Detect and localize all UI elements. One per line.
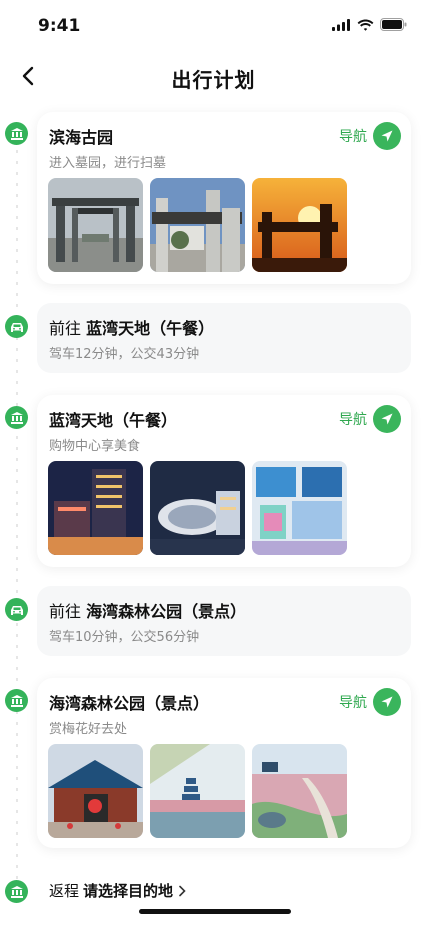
route-detail: 驾车12分钟，公交43分钟 xyxy=(49,347,200,362)
mall-interior-photo[interactable] xyxy=(252,461,347,555)
mall-aerial-photo[interactable] xyxy=(150,461,245,555)
route-prefix: 前往 xyxy=(49,319,82,338)
car-icon xyxy=(5,315,28,338)
status-icons xyxy=(332,18,407,31)
stop-subtitle: 进入墓园，进行扫墓 xyxy=(49,156,167,171)
route-title: 前往 海湾森林公园（景点） xyxy=(49,598,246,622)
stop-title: 蓝湾天地（午餐） xyxy=(49,411,178,430)
photo-strip xyxy=(48,461,347,555)
route-destination: 海湾森林公园（景点） xyxy=(86,602,247,621)
landmark-icon xyxy=(5,880,28,903)
car-icon xyxy=(5,598,28,621)
stop-card[interactable]: 蓝湾天地（午餐） 购物中心享美食 导航 xyxy=(37,395,411,567)
timeline-line xyxy=(16,128,18,888)
stop-title: 滨海古园 xyxy=(49,128,114,147)
battery-icon xyxy=(380,18,407,31)
memorial-gate-closeup-photo[interactable] xyxy=(150,178,245,272)
navigate-button[interactable]: 导航 xyxy=(339,122,401,150)
return-label: 返程 xyxy=(49,882,80,900)
route-destination: 蓝湾天地（午餐） xyxy=(86,319,215,338)
page-title: 出行计划 xyxy=(171,68,256,92)
landmark-icon xyxy=(5,406,28,429)
photo-strip xyxy=(48,744,347,838)
navigation-arrow-icon xyxy=(373,688,401,716)
navigate-label: 导航 xyxy=(339,695,367,711)
route-card[interactable]: 前往 蓝湾天地（午餐） 驾车12分钟，公交43分钟 xyxy=(37,303,411,373)
stop-title: 海湾森林公园（景点） xyxy=(49,694,210,713)
landmark-icon xyxy=(5,122,28,145)
stop-subtitle: 赏梅花好去处 xyxy=(49,722,128,737)
photo-strip xyxy=(48,178,347,272)
memorial-gate-photo[interactable] xyxy=(48,178,143,272)
stop-card[interactable]: 滨海古园 进入墓园，进行扫墓 导航 xyxy=(37,112,411,284)
navigate-label: 导航 xyxy=(339,129,367,145)
return-destination-prompt: 请选择目的地 xyxy=(83,882,174,900)
navigate-label: 导航 xyxy=(339,412,367,428)
route-prefix: 前往 xyxy=(49,602,82,621)
navigate-button[interactable]: 导航 xyxy=(339,688,401,716)
landmark-icon xyxy=(5,689,28,712)
route-title: 前往 蓝湾天地（午餐） xyxy=(49,315,214,339)
route-detail: 驾车10分钟，公交56分钟 xyxy=(49,630,200,645)
status-bar: 9:41 xyxy=(0,0,427,52)
status-time: 9:41 xyxy=(38,16,81,36)
wifi-icon xyxy=(357,19,374,31)
header: 出行计划 xyxy=(0,52,427,100)
home-indicator xyxy=(139,909,291,914)
signal-icon xyxy=(332,18,350,31)
park-plum-blossom-photo[interactable] xyxy=(252,744,347,838)
route-card[interactable]: 前往 海湾森林公园（景点） 驾车10分钟，公交56分钟 xyxy=(37,586,411,656)
memorial-gate-sunset-photo[interactable] xyxy=(252,178,347,272)
stop-subtitle: 购物中心享美食 xyxy=(49,439,141,454)
navigation-arrow-icon xyxy=(373,122,401,150)
navigate-button[interactable]: 导航 xyxy=(339,405,401,433)
park-entrance-photo[interactable] xyxy=(48,744,143,838)
return-trip-selector[interactable]: 返程 请选择目的地 xyxy=(49,880,187,901)
mall-night-photo[interactable] xyxy=(48,461,143,555)
chevron-right-icon xyxy=(179,885,186,896)
park-pagoda-lake-photo[interactable] xyxy=(150,744,245,838)
stop-card[interactable]: 海湾森林公园（景点） 赏梅花好去处 导航 xyxy=(37,678,411,848)
navigation-arrow-icon xyxy=(373,405,401,433)
